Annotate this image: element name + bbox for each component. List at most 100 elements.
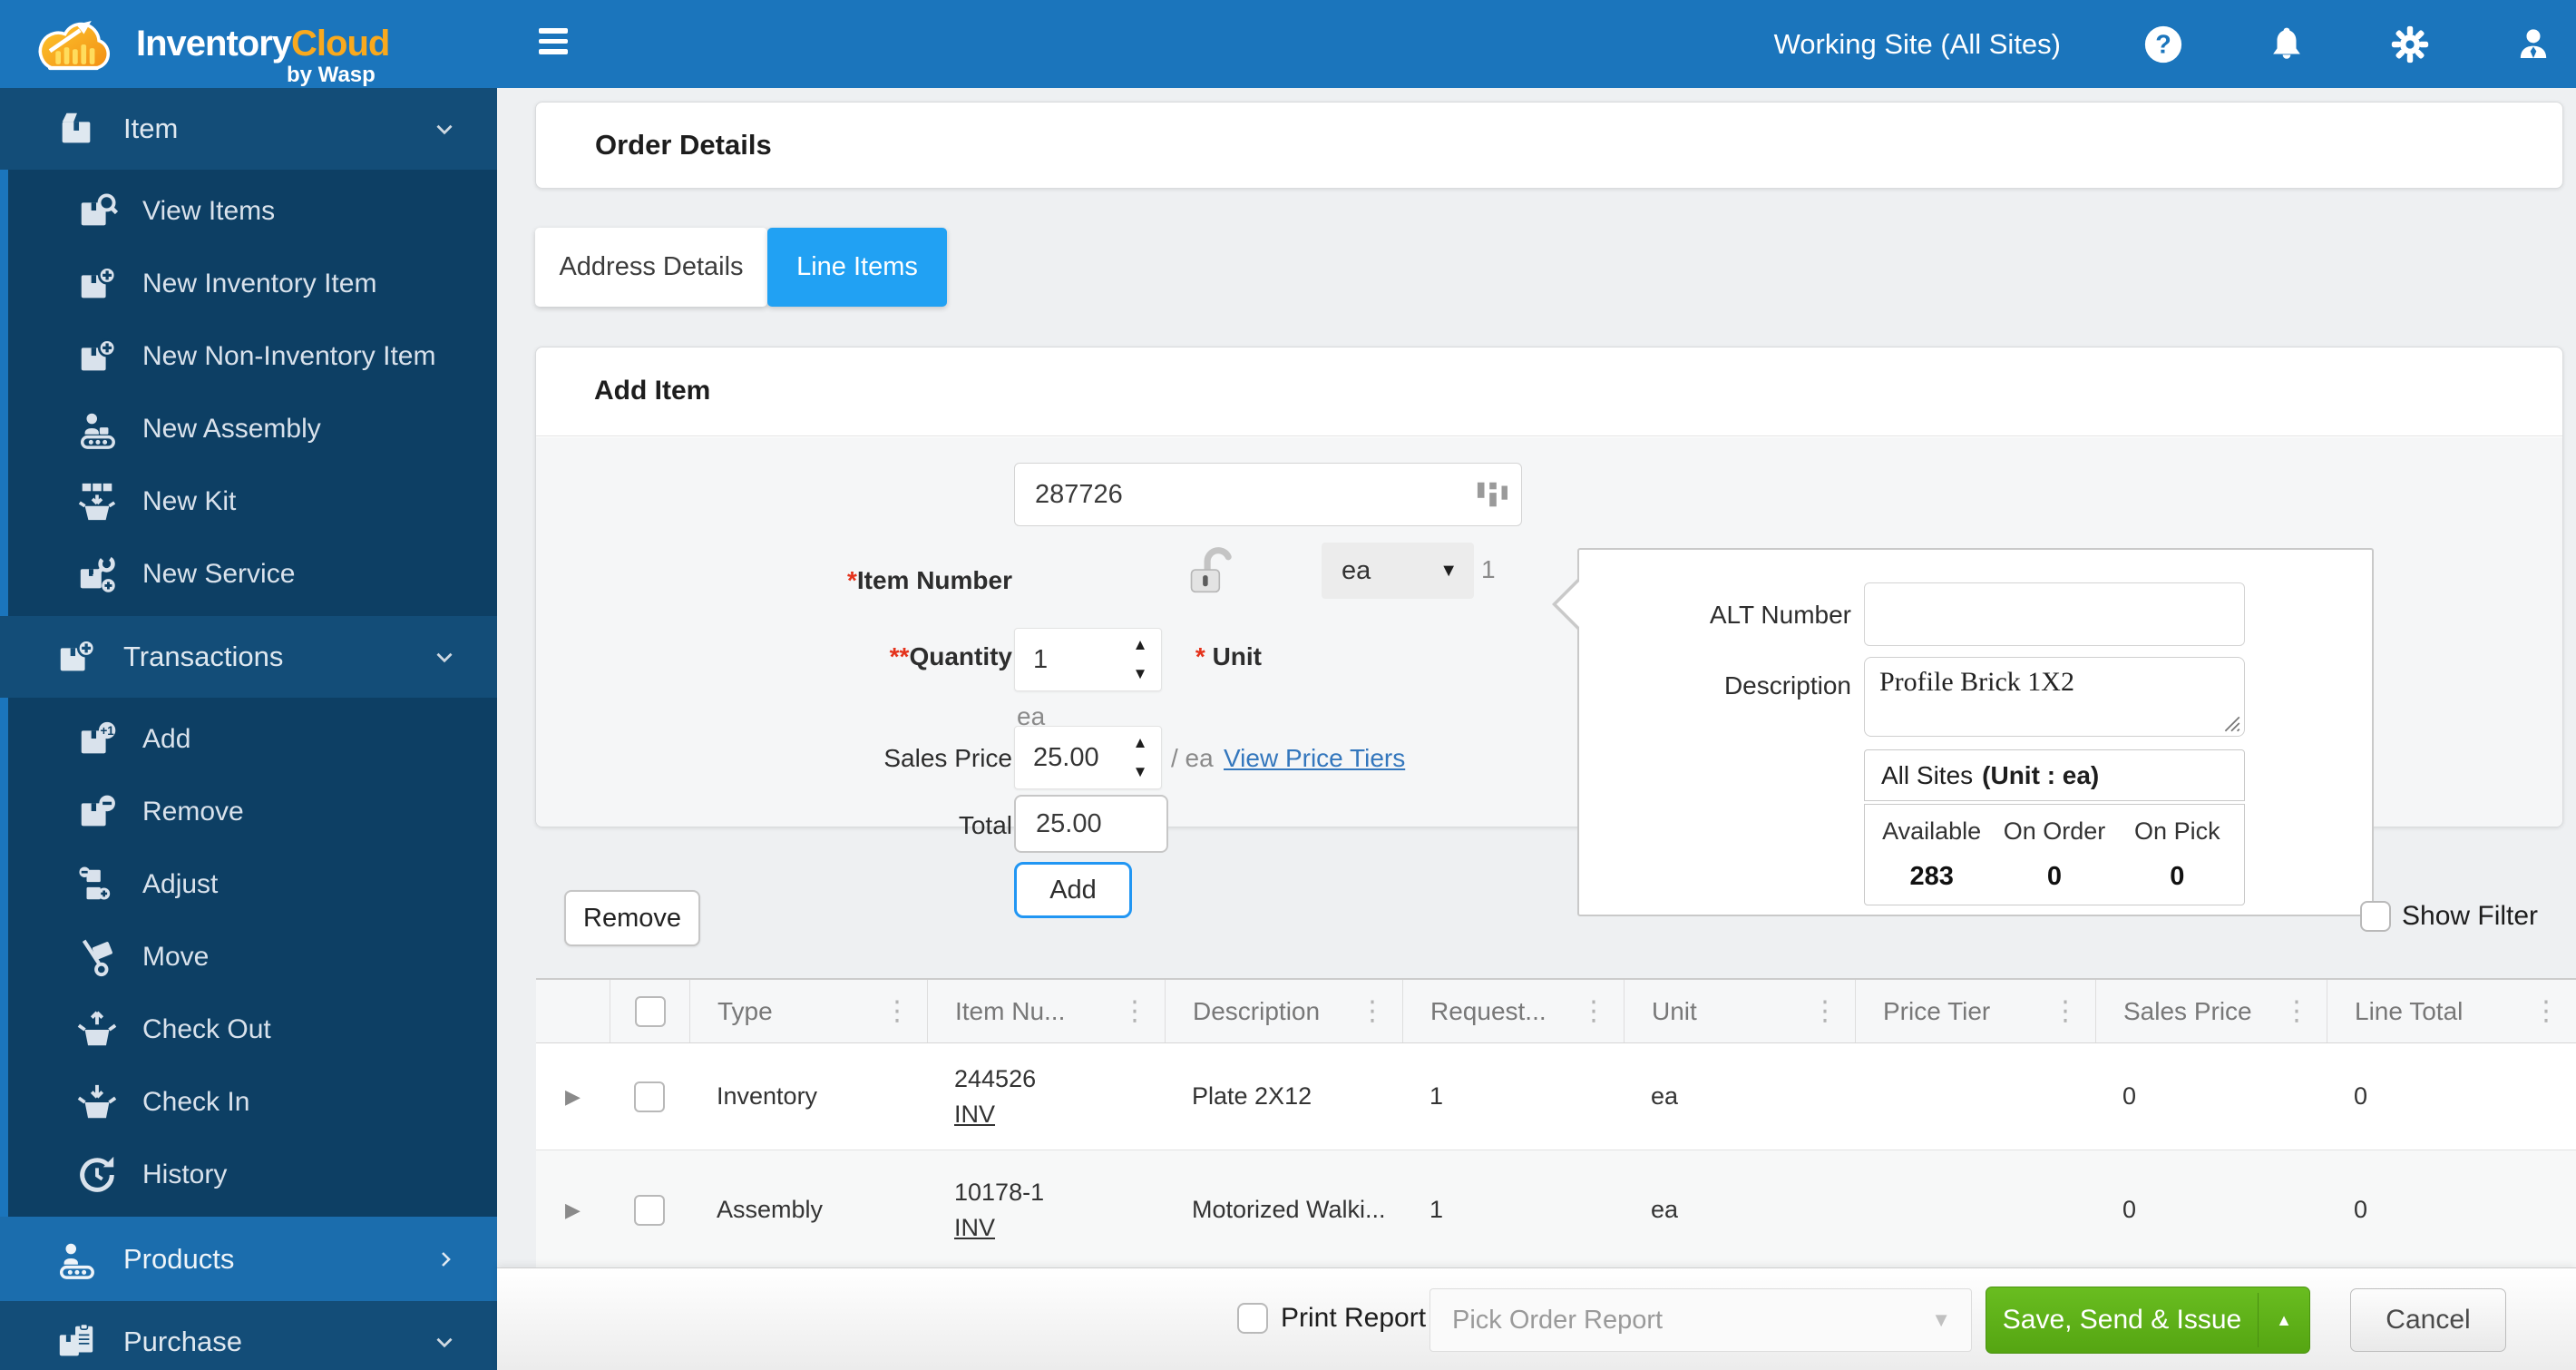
unit-multiplier: 1 [1481, 555, 1496, 583]
sidebar-item-new-assembly[interactable]: New Assembly [8, 393, 497, 465]
menu-toggle-icon[interactable] [539, 28, 570, 57]
tab-line-items[interactable]: Line Items [767, 228, 947, 307]
sidebar-item-new-kit[interactable]: New Kit [8, 465, 497, 538]
cell-unit: ea [1651, 1082, 1679, 1110]
column-menu-icon[interactable] [1355, 995, 1390, 1027]
grid-header-unit[interactable]: Unit [1624, 980, 1855, 1042]
sidebar-section-purchase[interactable]: Purchase [0, 1301, 497, 1370]
sidebar-section-item[interactable]: Item [0, 88, 497, 170]
new-non-inventory-item-icon [73, 333, 121, 380]
grid-header-row: Type Item Nu... Description Request... U… [536, 978, 2576, 1043]
row-checkbox[interactable] [634, 1081, 665, 1112]
grid-header-type[interactable]: Type [689, 980, 927, 1042]
show-filter-checkbox[interactable] [2360, 901, 2391, 932]
row-expand-icon[interactable] [565, 1199, 581, 1222]
column-menu-icon[interactable] [2529, 995, 2563, 1027]
description-label: Description [1723, 671, 1851, 700]
products-icon [53, 1236, 100, 1283]
cloud-logo-icon [38, 21, 111, 71]
grid-header-sales-price[interactable]: Sales Price [2095, 980, 2327, 1042]
sidebar-section-products[interactable]: Products [0, 1217, 497, 1301]
sidebar-item-remove[interactable]: Remove [8, 776, 497, 848]
grid-header-description[interactable]: Description [1165, 980, 1402, 1042]
sidebar-item-new-non-inventory-item[interactable]: New Non-Inventory Item [8, 320, 497, 393]
grid-header-price-tier[interactable]: Price Tier [1855, 980, 2095, 1042]
save-send-issue-button[interactable]: Save, Send & Issue [1986, 1287, 2310, 1354]
sidebar-item-history[interactable]: History [8, 1139, 497, 1211]
column-menu-icon[interactable] [2279, 995, 2314, 1027]
main-content: Order Details Address Details Line Items… [497, 88, 2576, 1370]
help-icon[interactable]: ? [2142, 24, 2184, 65]
remove-rows-button[interactable]: Remove [564, 890, 700, 946]
brand-logo: InventoryCloud by Wasp [25, 5, 415, 87]
sales-price-decrement-icon[interactable] [1125, 758, 1156, 787]
notifications-bell-icon[interactable] [2266, 24, 2308, 65]
check-in-icon [73, 1079, 121, 1126]
settings-gear-icon[interactable] [2389, 24, 2431, 65]
cell-requested: 1 [1429, 1196, 1444, 1223]
stat-on-pick: On Pick 0 [2134, 817, 2220, 891]
inv-link[interactable]: INV [954, 1214, 995, 1242]
sidebar-section-transactions[interactable]: Transactions [0, 616, 497, 698]
sidebar-item-check-in[interactable]: Check In [8, 1066, 497, 1139]
column-menu-icon[interactable] [1117, 995, 1152, 1027]
column-menu-icon[interactable] [880, 995, 914, 1027]
sidebar-item-new-service[interactable]: New Service [8, 538, 497, 611]
column-menu-icon[interactable] [1576, 995, 1611, 1027]
brand-tagline: by Wasp [287, 63, 376, 87]
print-report-checkbox[interactable] [1237, 1303, 1268, 1334]
sidebar-item-check-out[interactable]: Check Out [8, 993, 497, 1066]
unit-select[interactable]: ea [1322, 543, 1474, 599]
sidebar-item-adjust[interactable]: Adjust [8, 848, 497, 921]
inv-link[interactable]: INV [954, 1101, 995, 1129]
cell-description: Plate 2X12 [1192, 1082, 1312, 1110]
user-account-icon[interactable] [2513, 24, 2554, 65]
total-input[interactable] [1014, 795, 1168, 853]
row-checkbox[interactable] [634, 1194, 665, 1226]
item-number-input[interactable] [1014, 463, 1522, 526]
svg-text:+1: +1 [100, 724, 114, 738]
chevron-down-icon [436, 124, 453, 135]
description-textarea[interactable]: Profile Brick 1X2 [1865, 658, 2244, 736]
view-price-tiers-link[interactable]: View Price Tiers [1224, 744, 1405, 773]
grid-header-checkbox-cell [610, 980, 689, 1042]
add-button[interactable]: Add [1014, 862, 1132, 918]
working-site-label[interactable]: Working Site (All Sites) [1774, 28, 2061, 61]
view-items-icon [73, 188, 121, 235]
sidebar-transactions-submenu: +1 Add Remove Adjust Move Check Out Chec… [0, 698, 497, 1217]
print-report-toggle: Print Report [1237, 1303, 1426, 1334]
sidebar-item-new-inventory-item[interactable]: New Inventory Item [8, 248, 497, 320]
add-transaction-icon: +1 [73, 716, 121, 763]
sales-price-stepper [1014, 726, 1162, 789]
alt-number-input[interactable] [1864, 582, 2245, 646]
sidebar-section-label: Products [123, 1242, 235, 1275]
sales-price-input[interactable] [1015, 727, 1120, 788]
cell-price-tier [1855, 1043, 2095, 1150]
all-sites-header: All Sites (Unit : ea) [1864, 749, 2245, 801]
select-all-checkbox[interactable] [634, 995, 666, 1027]
sidebar-item-view-items[interactable]: View Items [8, 175, 497, 248]
move-hand-truck-icon [73, 934, 121, 981]
sidebar-section-label: Purchase [123, 1326, 242, 1357]
row-expand-icon[interactable] [565, 1085, 581, 1109]
grid-header-item-number[interactable]: Item Nu... [927, 980, 1165, 1042]
sidebar-item-submenu: View Items New Inventory Item New Non-In… [0, 170, 497, 616]
grid-header-line-total[interactable]: Line Total [2327, 980, 2576, 1042]
save-options-caret-icon[interactable] [2259, 1287, 2309, 1353]
column-menu-icon[interactable] [1808, 995, 1842, 1027]
grid-header-requested[interactable]: Request... [1402, 980, 1624, 1042]
sales-price-increment-icon[interactable] [1125, 729, 1156, 758]
table-row: Assembly 10178-1 INV Motorized Walki... … [536, 1150, 2576, 1270]
cancel-button[interactable]: Cancel [2350, 1288, 2506, 1352]
column-menu-icon[interactable] [2048, 995, 2083, 1027]
report-select[interactable]: Pick Order Report [1429, 1288, 1972, 1352]
cell-line-total: 0 [2354, 1082, 2368, 1110]
resize-grip-icon[interactable] [2221, 713, 2241, 733]
sidebar-item-move[interactable]: Move [8, 921, 497, 993]
page-title: Order Details [595, 129, 772, 161]
unlock-icon[interactable] [1176, 539, 1236, 599]
barcode-scan-icon[interactable] [1476, 477, 1510, 512]
sidebar-item-add[interactable]: +1 Add [8, 703, 497, 776]
tab-address-details[interactable]: Address Details [535, 228, 767, 307]
top-bar: InventoryCloud by Wasp Working Site (All… [0, 0, 2576, 88]
